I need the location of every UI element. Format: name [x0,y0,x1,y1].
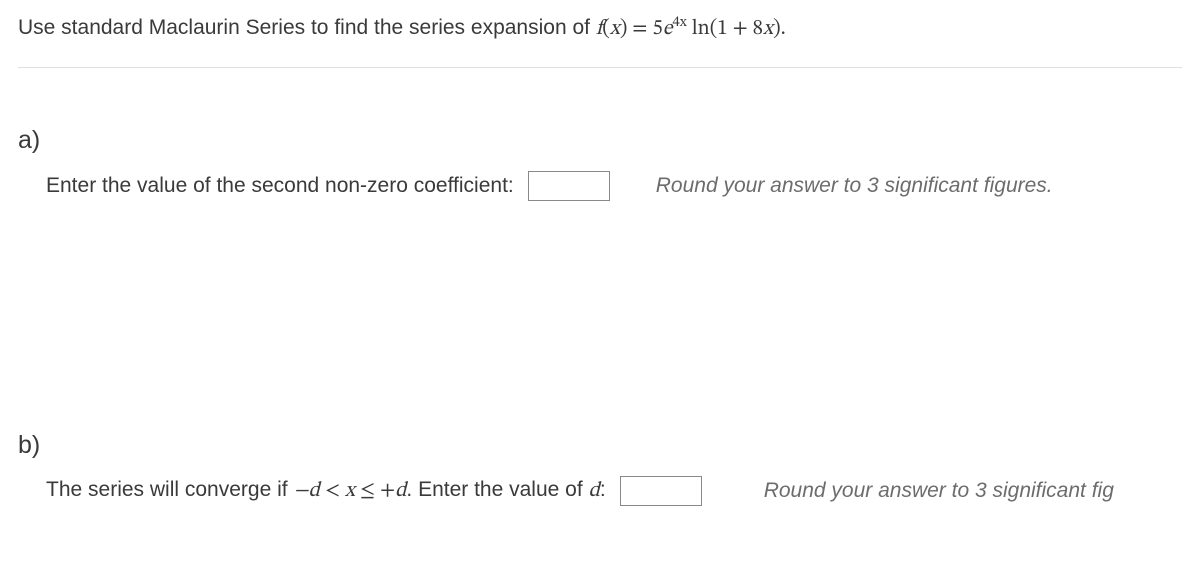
math-x: x [610,18,620,39]
math-exp: 4x [672,16,686,30]
part-b-text: The series will converge if −d < x ≤ +d.… [46,478,606,504]
math-close: ) = 5 [620,18,663,39]
part-b-input[interactable] [620,476,702,506]
part-b-content: The series will converge if −d < x ≤ +d.… [46,476,1182,506]
math-open: ( [602,18,610,39]
part-a-hint: Round your answer to 3 significant figur… [656,174,1053,198]
intro-text: Use standard Maclaurin Series to find th… [18,16,596,39]
part-b-label: b) [18,431,1182,460]
part-a-label: a) [18,126,1182,155]
math-end: ). [773,18,786,39]
question-intro: Use standard Maclaurin Series to find th… [18,12,1182,68]
part-a-text: Enter the value of the second non-zero c… [46,174,514,198]
part-a-content: Enter the value of the second non-zero c… [46,171,1182,201]
math-x2: x [763,18,773,39]
part-b-hint: Round your answer to 3 significant fig [764,479,1114,503]
math-ln: ln(1 + 8 [687,18,763,39]
part-a-input[interactable] [528,171,610,201]
math-e: e [663,18,673,39]
